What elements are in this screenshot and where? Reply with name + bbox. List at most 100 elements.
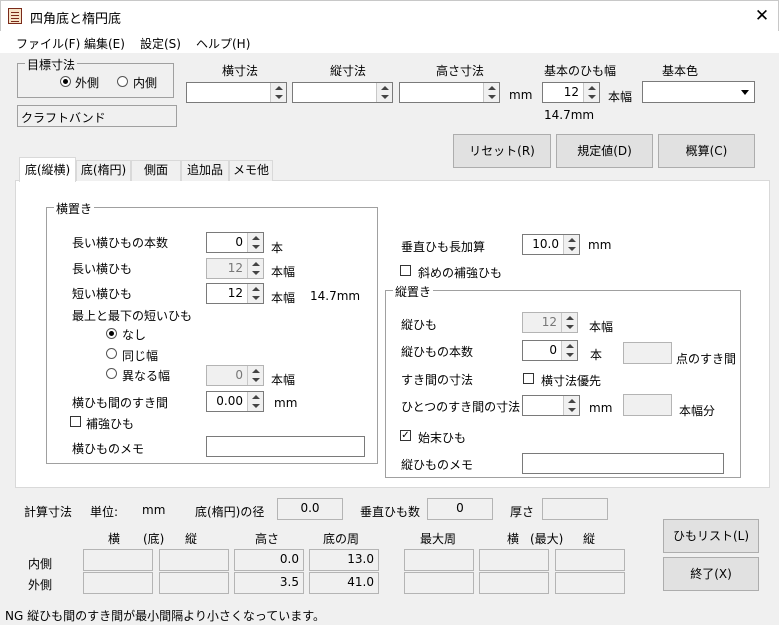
- diagonal-checkbox[interactable]: [400, 265, 411, 276]
- yoko-gap-spin-arrows[interactable]: [247, 392, 263, 411]
- col-yoko-max: 横: [507, 532, 520, 546]
- long-count-label: 長い横ひもの本数: [72, 236, 169, 250]
- length-spinner[interactable]: [292, 82, 393, 103]
- tate-label: 縦ひも: [401, 318, 438, 332]
- yoko-gap-value: 0.00: [216, 394, 243, 408]
- vertical-count-label: 垂直ひも数: [360, 505, 421, 519]
- honhaba-bun-label: 本幅分: [679, 404, 716, 418]
- tate-count-spinner[interactable]: 0: [522, 340, 578, 361]
- short-yoko-spin-arrows[interactable]: [247, 284, 263, 303]
- menu-help[interactable]: ヘルプ(H): [196, 35, 250, 52]
- length-label: 縦寸法: [330, 64, 367, 78]
- long-yoko-spinner[interactable]: 12: [206, 258, 264, 279]
- band-list-button[interactable]: ひもリスト(L): [663, 519, 759, 553]
- yoko-gap-unit: mm: [274, 396, 298, 410]
- edge-none-radio[interactable]: [106, 328, 117, 339]
- gap-points-field: [623, 342, 672, 364]
- outer-tate-max-cell: [555, 572, 625, 594]
- width-spin-arrows[interactable]: [270, 83, 286, 102]
- height-spinner[interactable]: [399, 82, 500, 103]
- long-count-spin-arrows[interactable]: [247, 233, 263, 252]
- outer-circ-cell: 41.0: [309, 572, 379, 594]
- tate-memo-input[interactable]: [522, 453, 724, 474]
- band-width-spin-arrows[interactable]: [583, 83, 599, 102]
- reinforce-label: 補強ひも: [86, 417, 135, 431]
- tate-count-spin-arrows[interactable]: [561, 341, 577, 360]
- edge-none-label: なし: [122, 328, 147, 342]
- tate-count-label: 縦ひもの本数: [401, 345, 474, 359]
- yoko-title: 横置き: [54, 200, 95, 217]
- menu-settings[interactable]: 設定(S): [140, 35, 181, 52]
- long-yoko-spin-arrows[interactable]: [247, 259, 263, 278]
- endcap-label: 始末ひも: [418, 431, 467, 445]
- edge-diff-radio[interactable]: [106, 368, 117, 379]
- thickness-label: 厚さ: [510, 505, 535, 519]
- long-count-spinner[interactable]: 0: [206, 232, 264, 253]
- reinforce-checkbox[interactable]: [70, 416, 81, 427]
- inner-yoko-max-cell: [479, 549, 549, 571]
- tab-extras[interactable]: 追加品: [181, 160, 229, 181]
- chevron-down-icon[interactable]: [737, 82, 754, 102]
- exit-button[interactable]: 終了(X): [663, 557, 759, 591]
- length-spin-arrows[interactable]: [376, 83, 392, 102]
- inner-height-cell: 0.0: [234, 549, 304, 571]
- yoko-gap-spinner[interactable]: 0.00: [206, 391, 264, 412]
- calc-title: 計算寸法: [24, 505, 73, 519]
- edge-same-label: 同じ幅: [122, 349, 159, 363]
- default-button[interactable]: 規定値(D): [556, 134, 653, 168]
- one-gap-spin-arrows[interactable]: [563, 396, 579, 415]
- tate-count-value: 0: [549, 343, 557, 357]
- tate-spinner[interactable]: 12: [522, 312, 578, 333]
- menu-file[interactable]: ファイル(F): [16, 35, 80, 52]
- endcap-checkbox[interactable]: ✓: [400, 430, 411, 441]
- width-priority-checkbox[interactable]: [523, 373, 534, 384]
- top-mm-unit: mm: [509, 88, 533, 102]
- window-title: 四角底と楕円底: [30, 12, 122, 27]
- width-spinner[interactable]: [186, 82, 287, 103]
- height-spin-arrows[interactable]: [483, 83, 499, 102]
- overview-button[interactable]: 概算(C): [658, 134, 755, 168]
- band-width-mm: 14.7mm: [544, 108, 595, 122]
- reset-button[interactable]: リセット(R): [453, 134, 551, 168]
- edge-same-radio[interactable]: [106, 348, 117, 359]
- vertical-add-unit: mm: [588, 238, 612, 252]
- short-yoko-spinner[interactable]: 12: [206, 283, 264, 304]
- long-yoko-label: 長い横ひも: [72, 262, 133, 276]
- status-text: NG 縦ひも間のすき間が最小間隔より小さくなっています。: [5, 609, 326, 623]
- edge-diff-spin-arrows[interactable]: [247, 366, 263, 385]
- vertical-add-value: 10.0: [532, 237, 559, 251]
- close-button[interactable]: ✕: [748, 4, 776, 28]
- band-width-spinner[interactable]: 12: [542, 82, 600, 103]
- vertical-add-spinner[interactable]: 10.0: [522, 234, 580, 255]
- height-label: 高さ寸法: [436, 64, 485, 78]
- inner-radio[interactable]: [117, 76, 128, 87]
- edge-diff-value: 0: [235, 368, 243, 382]
- short-yoko-value: 12: [227, 286, 243, 300]
- one-gap-spinner[interactable]: [522, 395, 580, 416]
- base-color-dropdown[interactable]: [642, 81, 755, 103]
- gap-size-label: すき間の寸法: [401, 373, 474, 387]
- vertical-add-label: 垂直ひも長加算: [401, 240, 486, 254]
- yoko-memo-input[interactable]: [206, 436, 365, 457]
- edge-diff-label: 異なる幅: [122, 369, 171, 383]
- col-soko: (底): [143, 532, 165, 546]
- outer-yoko-cell: [83, 572, 153, 594]
- width-label: 横寸法: [222, 64, 259, 78]
- vertical-add-spin-arrows[interactable]: [563, 235, 579, 254]
- inner-tate-cell: [159, 549, 229, 571]
- tab-bottom-oval[interactable]: 底(楕円): [76, 160, 131, 181]
- outer-yoko-max-cell: [479, 572, 549, 594]
- inner-circ-cell: 13.0: [309, 549, 379, 571]
- col-height: 高さ: [255, 532, 280, 546]
- menu-edit[interactable]: 編集(E): [84, 35, 125, 52]
- diagonal-label: 斜めの補強ひも: [418, 266, 503, 280]
- tab-side[interactable]: 側面: [131, 160, 181, 181]
- tate-spin-arrows[interactable]: [561, 313, 577, 332]
- base-color-label: 基本色: [662, 64, 699, 78]
- short-yoko-label: 短い横ひも: [72, 287, 133, 301]
- outer-radio[interactable]: [60, 76, 71, 87]
- tab-memo[interactable]: メモ他: [229, 160, 273, 181]
- tab-bottom-rect[interactable]: 底(縦横): [19, 157, 76, 182]
- tate-title: 縦置き: [393, 283, 434, 300]
- edge-diff-spinner[interactable]: 0: [206, 365, 264, 386]
